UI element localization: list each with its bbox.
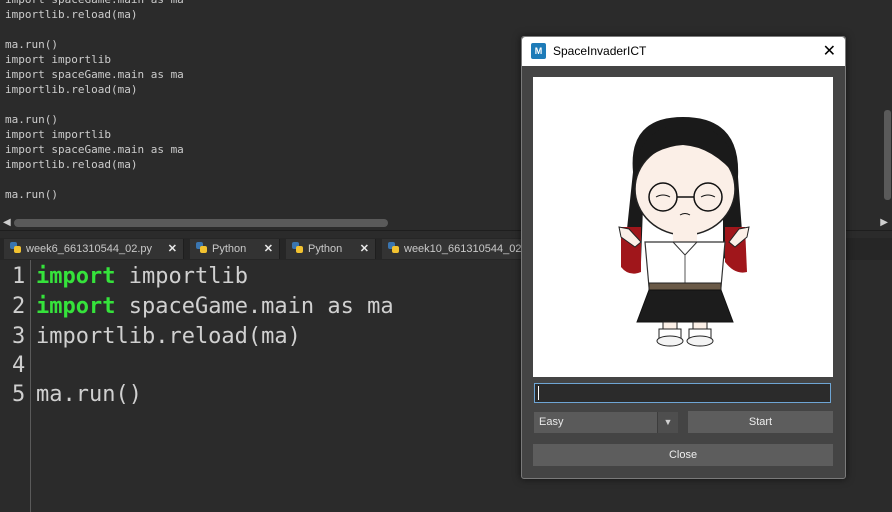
scroll-left-arrow-icon[interactable]: ◀ [3, 217, 11, 228]
tab-week10-script[interactable]: week10_661310544_02 [382, 239, 527, 259]
tab-label: Python [308, 243, 343, 255]
tab-label: Python [212, 243, 247, 255]
tab-label: week10_661310544_02 [404, 243, 522, 255]
python-icon [196, 242, 207, 253]
tab-week6-script[interactable]: week6_661310544_02.py ✕ [4, 239, 184, 259]
python-icon [388, 242, 399, 253]
code-text: importlib [115, 264, 248, 289]
line-number: 2 [12, 294, 26, 319]
maya-app-icon: M [531, 43, 546, 59]
code-text: ma.run() [36, 382, 142, 407]
close-button[interactable]: Close [533, 444, 833, 466]
keyword: import [36, 294, 116, 319]
tab-python-1[interactable]: Python ✕ [190, 239, 280, 259]
history-vertical-scrollbar[interactable] [882, 0, 892, 216]
history-output-text: import spaceGame.main as ma importlib.re… [5, 0, 184, 201]
line-number: 4 [12, 353, 26, 378]
difficulty-dropdown[interactable]: Easy ▼ [534, 412, 678, 433]
dialog-titlebar[interactable]: M SpaceInvaderICT ✕ [522, 37, 845, 66]
code-text: importlib.reload(ma) [36, 324, 301, 349]
tab-close-icon[interactable]: ✕ [264, 239, 273, 259]
line-number: 1 [12, 264, 26, 289]
code-line: importlib.reload(ma) [36, 324, 301, 349]
tab-label: week6_661310544_02.py [26, 243, 153, 255]
space-invader-dialog: M SpaceInvaderICT ✕ Easy ▼ Start Close [521, 36, 846, 479]
text-caret [538, 386, 539, 400]
close-icon[interactable]: ✕ [823, 41, 836, 61]
tab-python-2[interactable]: Python ✕ [286, 239, 376, 259]
code-line: import importlib [36, 264, 248, 289]
python-icon [10, 242, 21, 253]
tab-close-icon[interactable]: ✕ [360, 239, 369, 259]
code-text: spaceGame.main as ma [115, 294, 394, 319]
chevron-down-icon[interactable]: ▼ [657, 412, 678, 433]
line-number: 5 [12, 382, 26, 407]
history-horizontal-scroll-thumb[interactable] [14, 219, 388, 227]
keyword: import [36, 264, 116, 289]
name-input[interactable] [534, 383, 831, 403]
difficulty-selected-value: Easy [539, 416, 564, 428]
chibi-character-illustration [618, 117, 750, 347]
line-number-gutter: 1 2 3 4 5 [0, 260, 31, 512]
python-icon [292, 242, 303, 253]
tab-close-icon[interactable]: ✕ [168, 239, 177, 259]
code-line: ma.run() [36, 382, 142, 407]
start-button[interactable]: Start [688, 411, 833, 433]
code-line: import spaceGame.main as ma [36, 294, 394, 319]
line-number: 3 [12, 324, 26, 349]
dialog-title: SpaceInvaderICT [553, 44, 647, 58]
character-image [533, 77, 833, 377]
history-vertical-scroll-thumb[interactable] [884, 110, 891, 200]
scroll-right-arrow-icon[interactable]: ▶ [880, 217, 888, 228]
